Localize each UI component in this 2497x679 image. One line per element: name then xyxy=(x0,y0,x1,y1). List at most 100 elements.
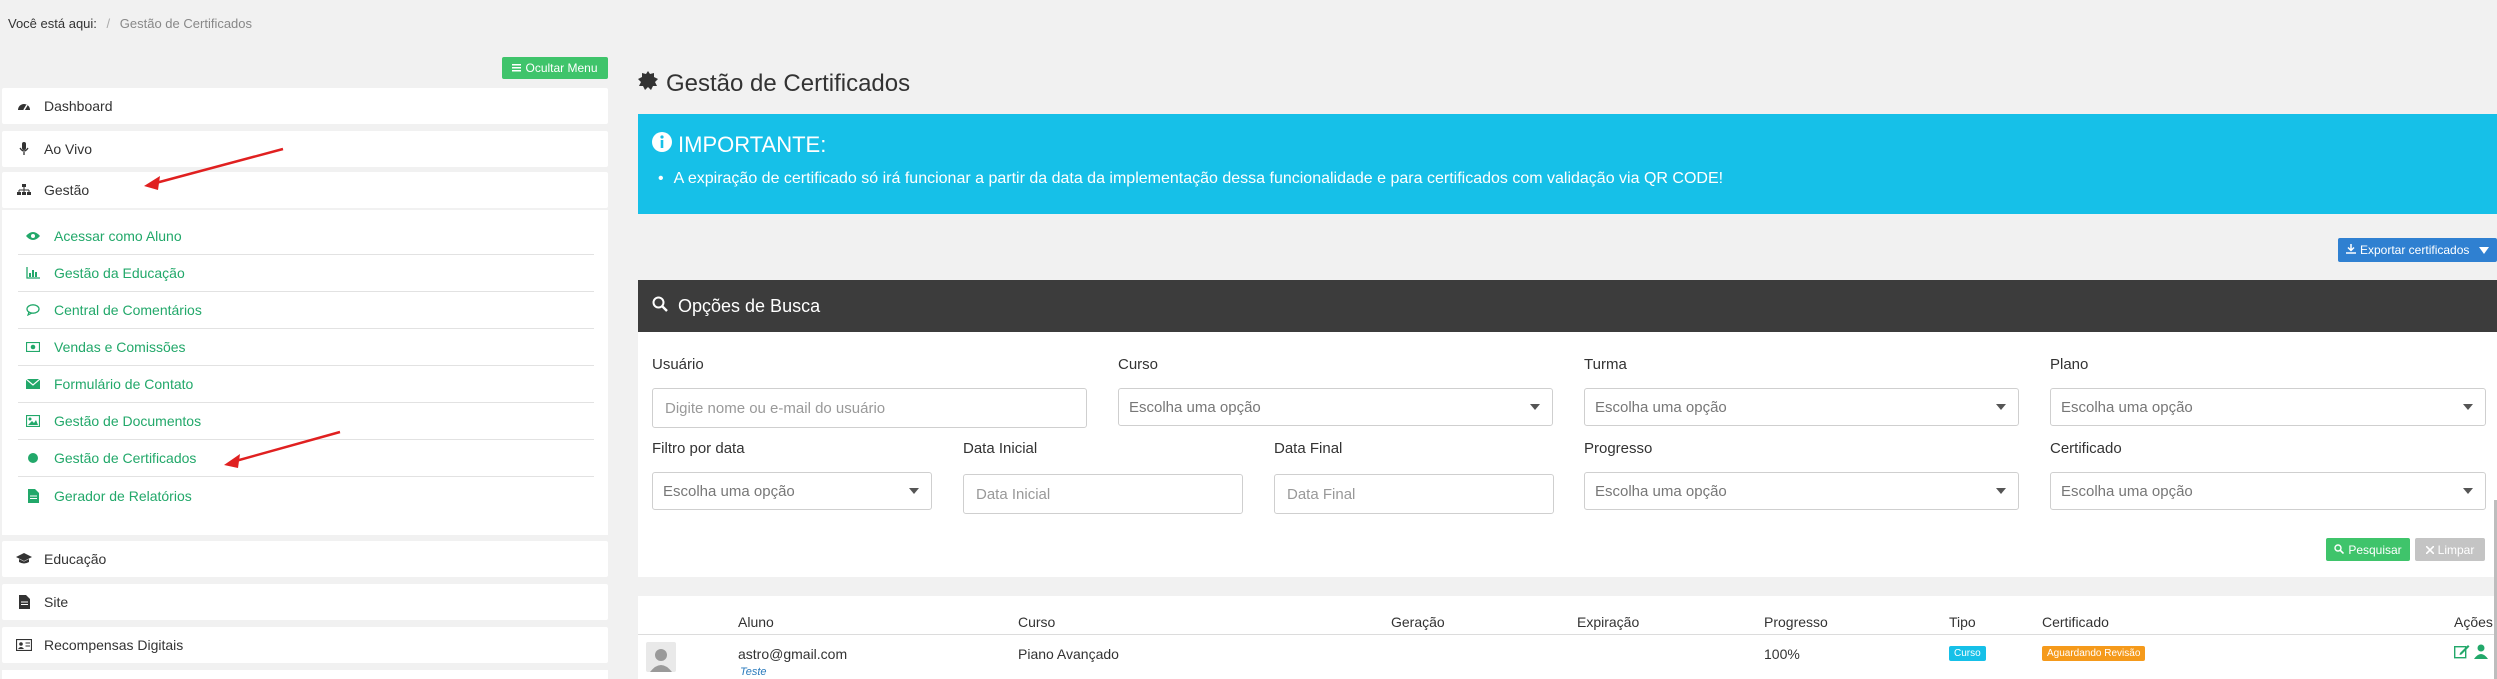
submenu-item-gestao-educacao[interactable]: Gestão da Educação xyxy=(18,255,594,292)
caret-down-icon xyxy=(2479,243,2490,257)
download-icon xyxy=(2346,243,2356,257)
certificate-status-badge: Aguardando Revisão xyxy=(2042,646,2146,661)
certificado-label: Certificado xyxy=(2050,440,2122,457)
eye-icon xyxy=(26,229,40,243)
type-badge: Curso xyxy=(1949,646,1986,661)
alert-text: A expiração de certificado só irá funcio… xyxy=(673,170,1724,187)
sidebar-item-label: Gestão xyxy=(44,182,90,198)
caret-down-icon xyxy=(1996,404,2006,410)
plano-label: Plano xyxy=(2050,356,2089,373)
curso-label: Curso xyxy=(1118,356,1159,373)
bars-icon xyxy=(512,61,522,75)
column-header-certificado[interactable]: Certificado xyxy=(2042,614,2109,630)
clear-button[interactable]: Limpar xyxy=(2415,538,2485,561)
cell-aluno: astro@gmail.com xyxy=(738,646,848,662)
user-icon[interactable] xyxy=(2474,644,2488,662)
filtro-data-select[interactable]: Escolha uma opção xyxy=(652,472,932,510)
certificate-icon xyxy=(638,70,658,98)
column-header-curso[interactable]: Curso xyxy=(1018,614,1055,630)
caret-down-icon xyxy=(1530,404,1540,410)
breadcrumb-separator: / xyxy=(106,16,111,31)
search-button-label: Pesquisar xyxy=(2348,542,2402,557)
file-text-icon xyxy=(16,594,32,610)
progresso-select[interactable]: Escolha uma opção xyxy=(1584,472,2019,510)
data-final-input[interactable]: Data Final xyxy=(1274,474,1554,514)
cell-progresso: 100% xyxy=(1764,646,1800,662)
sidebar-item-recompensas[interactable]: Recompensas Digitais xyxy=(2,627,608,663)
microphone-icon xyxy=(16,141,32,157)
alert-bullet: • xyxy=(658,170,664,187)
comment-icon xyxy=(26,303,40,317)
submenu-item-label: Gestão de Documentos xyxy=(54,413,202,429)
table-header-divider xyxy=(638,634,2497,635)
circle-icon xyxy=(26,451,40,465)
search-icon xyxy=(652,296,668,317)
data-inicial-label: Data Inicial xyxy=(963,440,1038,457)
breadcrumb-current[interactable]: Gestão de Certificados xyxy=(120,16,252,31)
alert-item: • A expiração de certificado só irá func… xyxy=(658,170,1723,188)
hide-menu-label: Ocultar Menu xyxy=(525,61,598,75)
sitemap-icon xyxy=(16,182,32,198)
filtro-data-select-value: Escolha uma opção xyxy=(663,482,795,500)
sidebar-item-gestao[interactable]: Gestão xyxy=(2,172,608,208)
submenu-item-vendas-comissoes[interactable]: Vendas e Comissões xyxy=(18,329,594,366)
cell-aluno-sub[interactable]: Teste xyxy=(740,666,767,678)
curso-select-value: Escolha uma opção xyxy=(1129,398,1261,416)
gestao-submenu: Acessar como Aluno Gestão da Educação Ce… xyxy=(2,210,608,535)
column-header-progresso[interactable]: Progresso xyxy=(1764,614,1828,630)
submenu-item-gestao-certificados[interactable]: Gestão de Certificados xyxy=(18,440,594,477)
caret-down-icon xyxy=(2463,488,2473,494)
turma-select-value: Escolha uma opção xyxy=(1595,398,1727,416)
id-card-icon xyxy=(16,637,32,653)
image-icon xyxy=(26,414,40,428)
submenu-item-label: Gerador de Relatórios xyxy=(54,487,192,504)
turma-label: Turma xyxy=(1584,356,1627,373)
search-button[interactable]: Pesquisar xyxy=(2326,538,2410,561)
sidebar-item-label: Ao Vivo xyxy=(44,141,92,157)
graduation-cap-icon xyxy=(16,551,32,567)
certificado-select[interactable]: Escolha uma opção xyxy=(2050,472,2486,510)
page-title-text: Gestão de Certificados xyxy=(666,70,911,97)
page-title: Gestão de Certificados xyxy=(638,70,910,98)
caret-down-icon xyxy=(909,488,919,494)
search-form: Usuário Digite nome ou e-mail do usuário… xyxy=(638,332,2497,577)
submenu-item-gerador-relatorios[interactable]: Gerador de Relatórios xyxy=(18,477,594,514)
export-label: Exportar certificados xyxy=(2360,243,2470,257)
clear-button-label: Limpar xyxy=(2437,542,2475,557)
search-header-text: Opções de Busca xyxy=(678,295,821,316)
avatar xyxy=(646,642,676,672)
submenu-item-label: Formulário de Contato xyxy=(54,376,194,392)
turma-select[interactable]: Escolha uma opção xyxy=(1584,388,2019,426)
sidebar-item-label: Site xyxy=(44,594,69,610)
close-icon xyxy=(2425,543,2435,557)
sidebar-item-label: Educação xyxy=(44,551,107,567)
data-inicial-input[interactable]: Data Inicial xyxy=(963,474,1243,514)
sidebar-item-site[interactable]: Site xyxy=(2,584,608,620)
search-options-header[interactable]: Opções de Busca xyxy=(638,280,2497,332)
column-header-expiracao[interactable]: Expiração xyxy=(1577,614,1639,630)
sidebar-item-partial xyxy=(2,670,608,679)
column-header-tipo[interactable]: Tipo xyxy=(1949,614,1976,630)
sidebar-item-dashboard[interactable]: Dashboard xyxy=(2,88,608,124)
dashboard-icon xyxy=(16,98,32,114)
usuario-input[interactable]: Digite nome ou e-mail do usuário xyxy=(652,388,1087,428)
edit-icon[interactable] xyxy=(2453,644,2470,662)
hide-menu-button[interactable]: Ocultar Menu xyxy=(502,57,608,79)
plano-select[interactable]: Escolha uma opção xyxy=(2050,388,2486,426)
progresso-label: Progresso xyxy=(1584,440,1653,457)
sidebar-item-educacao[interactable]: Educação xyxy=(2,541,608,577)
submenu-item-gestao-documentos[interactable]: Gestão de Documentos xyxy=(18,403,594,440)
submenu-item-acessar-aluno[interactable]: Acessar como Aluno xyxy=(18,218,594,255)
submenu-item-formulario-contato[interactable]: Formulário de Contato xyxy=(18,366,594,403)
certificado-select-value: Escolha uma opção xyxy=(2061,482,2193,500)
curso-select[interactable]: Escolha uma opção xyxy=(1118,388,1553,426)
usuario-label: Usuário xyxy=(652,356,704,373)
sidebar-item-ao-vivo[interactable]: Ao Vivo xyxy=(2,131,608,167)
column-header-geracao[interactable]: Geração xyxy=(1391,614,1445,630)
file-icon xyxy=(26,488,40,503)
export-certificates-button[interactable]: Exportar certificados xyxy=(2338,238,2497,262)
column-header-aluno[interactable]: Aluno xyxy=(738,614,774,630)
caret-down-icon xyxy=(1996,488,2006,494)
submenu-item-central-comentarios[interactable]: Central de Comentários xyxy=(18,292,594,329)
plano-select-value: Escolha uma opção xyxy=(2061,398,2193,416)
